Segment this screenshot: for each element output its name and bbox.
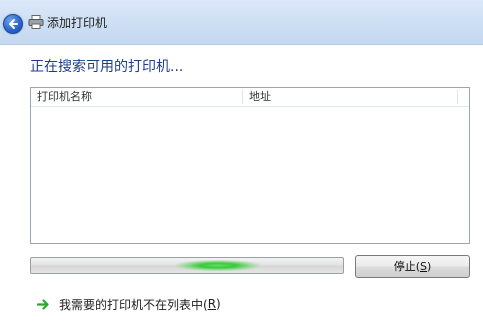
- printer-not-listed-link[interactable]: 我需要的打印机不在列表中(R): [37, 295, 221, 313]
- stop-button-label: 停止(: [393, 260, 420, 273]
- printer-not-listed-label: 我需要的打印机不在列表中(: [59, 297, 208, 312]
- back-button[interactable]: [3, 14, 23, 34]
- window-title: 添加打印机: [47, 16, 108, 30]
- search-progress-bar: [30, 257, 344, 274]
- green-arrow-icon: [37, 298, 49, 310]
- printer-not-listed-accelerator: R: [207, 297, 217, 311]
- progress-indicator: [176, 260, 260, 271]
- printer-icon: [28, 15, 44, 29]
- list-body[interactable]: [31, 107, 469, 243]
- page-heading: 正在搜索可用的打印机...: [30, 59, 184, 75]
- title-bar: 添加打印机: [0, 0, 483, 45]
- stop-button-close: ): [426, 260, 432, 273]
- column-header-printer-name[interactable]: 打印机名称: [37, 90, 92, 104]
- column-divider[interactable]: [457, 90, 458, 104]
- stop-button-accelerator: S: [420, 260, 427, 273]
- printer-not-listed-close: ): [216, 297, 221, 311]
- stop-button[interactable]: 停止(S): [355, 255, 470, 278]
- back-arrow-icon: [9, 19, 18, 29]
- list-header: 打印机名称 地址: [31, 88, 469, 107]
- printer-list[interactable]: 打印机名称 地址: [30, 87, 470, 244]
- column-divider[interactable]: [242, 90, 243, 104]
- column-header-address[interactable]: 地址: [249, 90, 271, 104]
